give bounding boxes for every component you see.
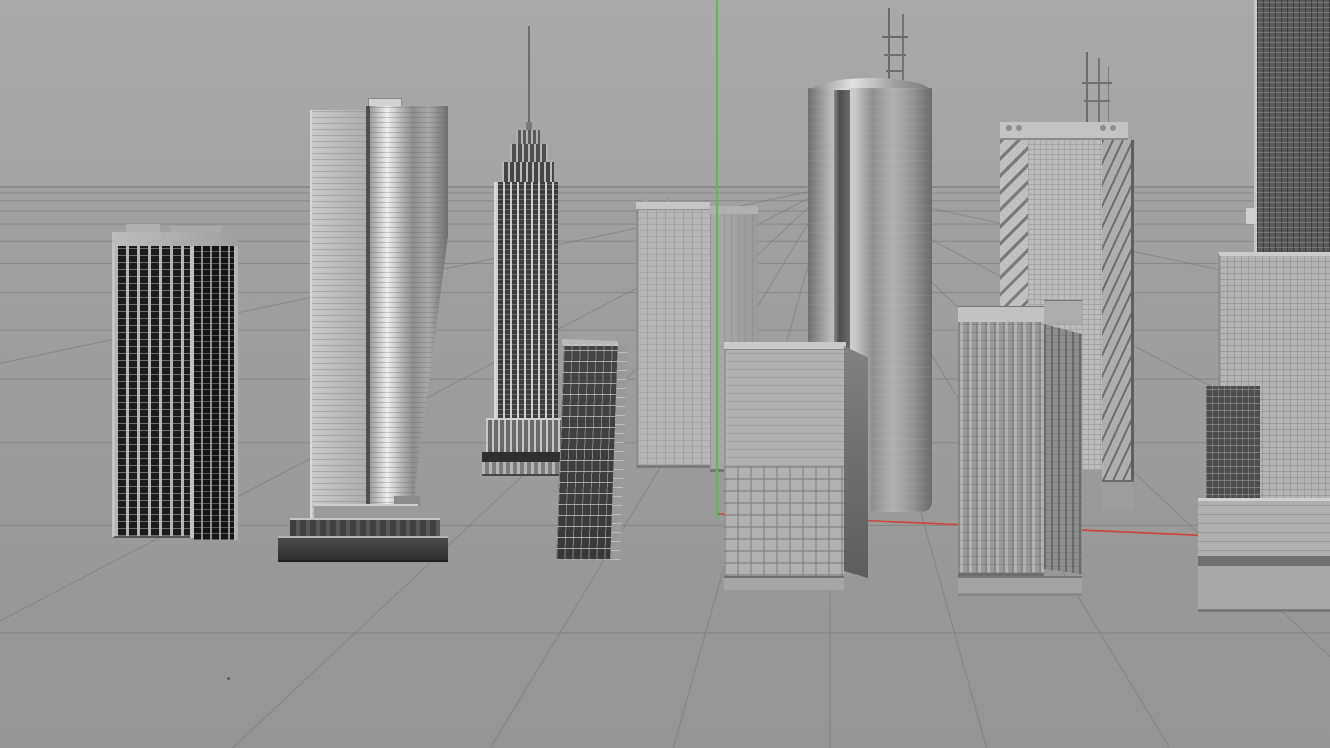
building-models-layer [0,0,1330,748]
building-mid-rise-tower-part [636,210,710,468]
building-edge-tower-cluster-part [1198,566,1330,612]
building-striped-tower-part [958,306,1044,322]
building-chevron-tower-part [1098,58,1100,124]
building-front-office-block-part [724,576,844,590]
building-chevron-tower-part [1102,480,1134,510]
building-edge-tower-cluster-part [1246,208,1256,224]
building-chevron-tower-part [1100,125,1106,131]
building-cylindrical-tower-part [888,8,890,84]
building-twin-slab-tower-part [112,246,192,538]
y-axis-line [716,0,718,518]
building-front-office-block-part [724,466,844,576]
building-chamfered-tower-podium[interactable] [278,98,448,562]
building-twin-slab-tower[interactable] [112,224,238,538]
building-chamfered-tower-podium-part [366,106,370,538]
building-spire-tower-part [528,26,530,132]
building-striped-tower-part [1044,324,1082,574]
building-cylindrical-tower-part [902,14,904,84]
building-cylindrical-tower-part [886,70,904,72]
viewport-3d[interactable] [0,0,1330,748]
building-chevron-tower-part [1102,140,1134,480]
building-front-office-block-part [844,346,868,578]
building-edge-tower-cluster[interactable] [1198,0,1330,628]
building-striped-tower-part [958,322,1044,576]
building-striped-tower-part [958,576,1082,596]
building-spire-tower-part [502,162,554,184]
building-front-office-block-part [724,350,844,466]
building-small-dark-building[interactable] [554,336,626,566]
building-chamfered-tower-podium-part [370,106,448,538]
building-chevron-tower-part [1110,125,1116,131]
building-edge-tower-cluster-part [1198,498,1330,560]
building-chevron-tower-part [1082,82,1112,84]
building-edge-tower-cluster-part [1198,556,1330,566]
building-spire-tower-part [494,182,558,420]
building-chevron-tower-part [1108,66,1109,124]
building-front-office-block-part [724,342,846,350]
building-chevron-tower-part [1086,52,1088,124]
building-chevron-tower-part [1016,125,1022,131]
building-chamfered-tower-podium-part [310,110,366,538]
ground-speck [227,677,230,680]
building-twin-slab-tower-part [190,246,194,538]
building-striped-tower[interactable] [956,300,1084,600]
building-spire-tower-part [510,144,548,164]
building-cylindrical-tower-part [884,54,906,56]
building-chamfered-tower-podium-part [278,536,448,562]
building-twin-slab-tower-part [192,246,238,540]
building-small-dark-building-part [556,344,618,560]
building-cylindrical-tower-part [882,36,908,38]
building-mid-rise-tower-part [636,202,710,210]
building-chevron-tower-part [1006,125,1012,131]
building-edge-tower-cluster-part [1206,386,1260,502]
building-chamfered-tower-podium-part [290,518,440,538]
building-striped-tower-part [1044,300,1082,324]
building-front-office-block[interactable] [724,342,868,594]
building-chevron-tower-part [1084,100,1110,102]
